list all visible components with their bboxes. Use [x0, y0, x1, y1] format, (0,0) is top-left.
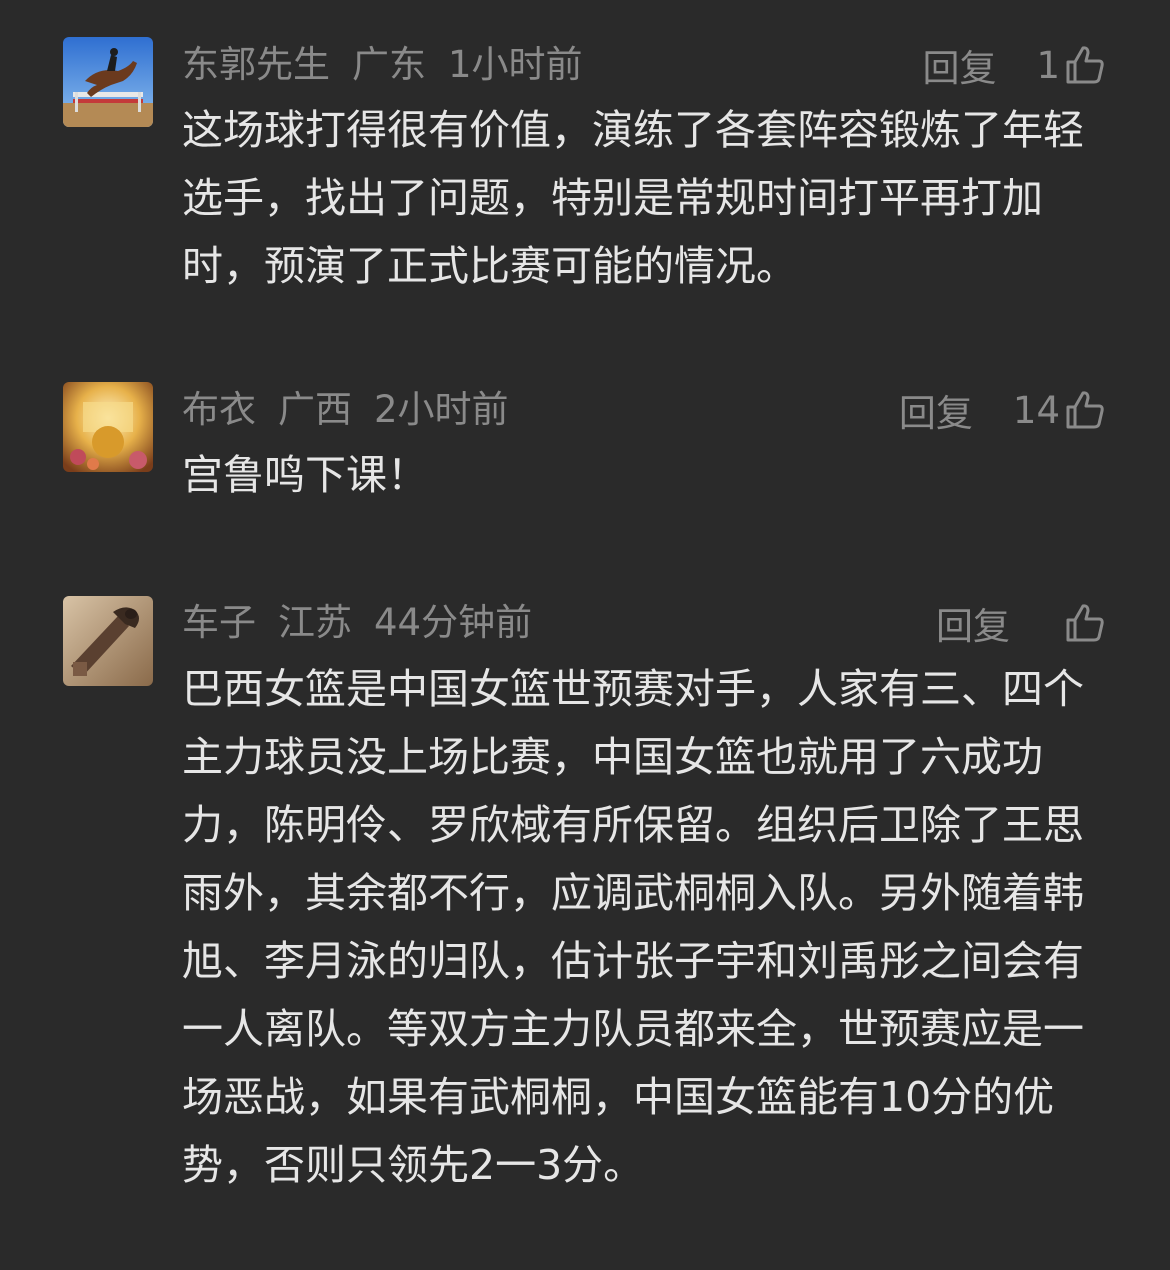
location: 广东 [352, 43, 426, 86]
golden-landscape-avatar-icon[interactable] [63, 382, 153, 472]
timestamp: 1小时前 [448, 43, 583, 86]
comment-text: 巴西女篮是中国女篮世预赛对手，人家有三、四个主力球员没上场比赛，中国女篮也就用了… [182, 665, 1084, 1189]
thumbs-up-icon [1066, 46, 1104, 84]
comment-meta: 布衣 广西 2小时前 [182, 380, 531, 440]
thumbs-up-icon [1066, 604, 1104, 642]
timestamp: 44分钟前 [374, 601, 533, 644]
comment-actions: 回复 14 [899, 380, 1106, 440]
location: 广西 [278, 388, 352, 431]
like-count: 1 [1036, 43, 1060, 87]
username[interactable]: 车子 [182, 601, 256, 644]
comment-meta: 东郭先生 广东 1小时前 [182, 35, 605, 95]
comment-text: 这场球打得很有价值，演练了各套阵容锻炼了年轻选手，找出了问题，特别是常规时间打平… [182, 106, 1084, 290]
comment-actions: 回复 [936, 593, 1106, 653]
like-count: 14 [1012, 388, 1060, 432]
comment-text: 宫鲁鸣下课！ [182, 451, 428, 499]
like-button[interactable] [1060, 602, 1106, 644]
username[interactable]: 东郭先生 [182, 43, 330, 86]
thumbs-up-icon [1066, 391, 1104, 429]
reply-button[interactable]: 回复 [922, 38, 996, 92]
statue-avatar-icon[interactable] [63, 596, 153, 686]
username[interactable]: 布衣 [182, 388, 256, 431]
comment-actions: 回复 1 [922, 35, 1106, 95]
like-button[interactable]: 14 [1013, 389, 1106, 432]
like-button[interactable]: 1 [1036, 44, 1106, 87]
reply-button[interactable]: 回复 [936, 596, 1010, 650]
location: 江苏 [278, 601, 352, 644]
timestamp: 2小时前 [374, 388, 509, 431]
comment-meta: 车子 江苏 44分钟前 [182, 593, 554, 653]
horse-jumping-avatar-icon[interactable] [63, 37, 153, 127]
reply-button[interactable]: 回复 [899, 383, 973, 437]
